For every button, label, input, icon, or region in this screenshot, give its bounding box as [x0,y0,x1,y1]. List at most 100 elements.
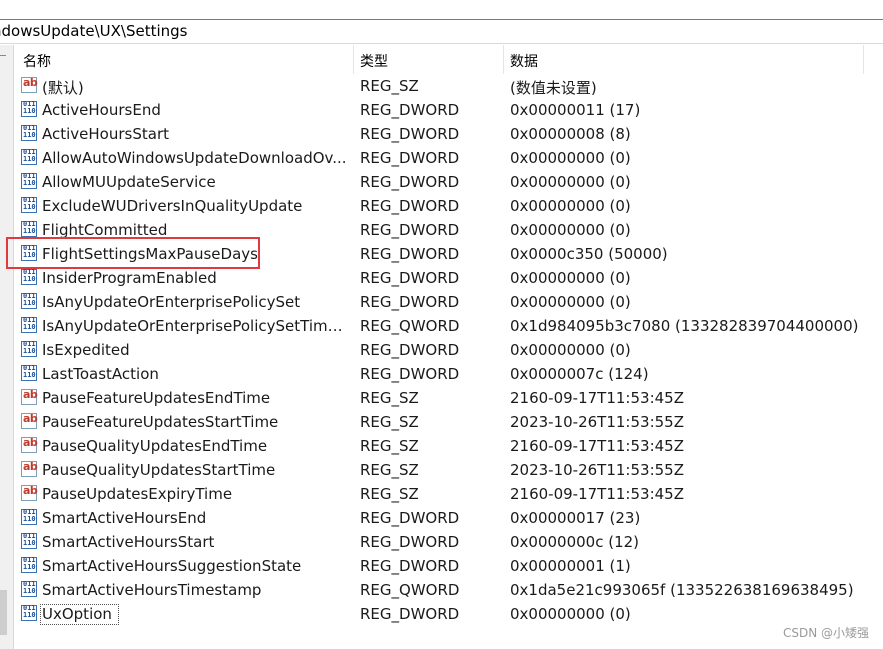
value-data: 2160-09-17T11:53:45Z [510,485,684,503]
tree-scrollbar-thumb[interactable] [0,590,7,635]
table-row[interactable]: ab PauseQualityUpdatesEndTime REG_SZ 2160-0… [15,434,883,458]
value-data: 0x00000000 (0) [510,605,631,623]
table-row[interactable]: 011 110 LastToastAction REG_DWORD 0x0000007… [15,362,883,386]
value-type: REG_DWORD [360,557,460,575]
value-type: REG_QWORD [360,317,460,335]
value-type: REG_SZ [360,389,419,407]
string-glyph: ab [23,412,38,425]
value-name: SmartActiveHoursSuggestionState [42,557,302,575]
table-row[interactable]: 011 110 InsiderProgramEnabled REG_DWORD 0x0… [15,266,883,290]
string-value-icon: ab [21,76,38,93]
binary-glyph: 011 110 [23,172,36,187]
binary-glyph: 011 110 [23,340,36,355]
binary-glyph: 011 110 [23,556,36,571]
column-divider[interactable] [863,45,864,74]
table-row[interactable]: ab PauseFeatureUpdatesStartTime REG_SZ 2023… [15,410,883,434]
value-type: REG_DWORD [360,197,460,215]
table-row[interactable]: 011 110 SmartActiveHoursTimestamp REG_QWOR… [15,578,883,602]
binary-glyph: 011 110 [23,100,36,115]
table-row[interactable]: 011 110 SmartActiveHoursSuggestionState RE… [15,554,883,578]
binary-glyph: 011 110 [23,220,36,235]
value-name: PauseFeatureUpdatesStartTime [42,413,279,431]
table-row[interactable]: 011 110 IsExpedited REG_DWORD 0x00000000 (0… [15,338,883,362]
table-row[interactable]: 011 110 AllowMUUpdateService REG_DWORD 0x00… [15,170,883,194]
value-type: REG_QWORD [360,581,460,599]
table-row[interactable]: 011 110 ActiveHoursStart REG_DWORD 0x000000… [15,122,883,146]
binary-value-icon: 011 110 [21,341,37,357]
value-data: 2023-10-26T11:53:55Z [510,461,684,479]
value-name: IsAnyUpdateOrEnterprisePolicySet [42,293,301,311]
binary-value-icon: 011 110 [21,365,37,381]
registry-values-list: ab (默认) REG_SZ (数值未设置) 011 110 ActiveHoursEnd… [15,74,883,626]
table-row[interactable]: 011 110 IsAnyUpdateOrEnterprisePolicySetT… [15,314,883,338]
table-row[interactable]: ab (默认) REG_SZ (数值未设置) [15,74,883,98]
string-glyph: ab [23,460,38,473]
string-value-icon: ab [21,460,38,477]
value-type: REG_SZ [360,461,419,479]
binary-value-icon: 011 110 [21,509,37,525]
watermark: CSDN @小矮强 [782,626,869,640]
table-row[interactable]: 011 110 SmartActiveHoursStart REG_DWORD 0x0… [15,530,883,554]
value-name: (默认) [42,79,84,97]
column-header-data[interactable]: 数据 [510,51,538,71]
top-strip [0,0,883,19]
value-data: 0x0000c350 (50000) [510,245,668,263]
binary-value-icon: 011 110 [21,269,37,285]
binary-glyph: 011 110 [23,364,36,379]
value-data: 0x00000000 (0) [510,269,631,287]
table-row[interactable]: 011 110 ActiveHoursEnd REG_DWORD 0x00000011… [15,98,883,122]
string-value-icon: ab [21,484,38,501]
table-row[interactable]: 011 110 IsAnyUpdateOrEnterprisePolicySet R… [15,290,883,314]
tree-pane-edge[interactable] [0,45,14,649]
value-data: 2160-09-17T11:53:45Z [510,437,684,455]
table-row[interactable]: ab PauseFeatureUpdatesEndTime REG_SZ 2160-0… [15,386,883,410]
value-type: REG_DWORD [360,221,460,239]
value-type: REG_DWORD [360,245,460,263]
column-divider[interactable] [353,45,354,74]
table-row[interactable]: 011 110 UxOption REG_DWORD 0x00000000 (0) [15,602,883,626]
value-type: REG_SZ [360,437,419,455]
binary-glyph: 011 110 [23,124,36,139]
string-value-icon: ab [21,388,38,405]
binary-glyph: 011 110 [23,196,36,211]
value-type: REG_DWORD [360,533,460,551]
column-header-type[interactable]: 类型 [360,51,388,71]
value-name: InsiderProgramEnabled [42,269,217,287]
binary-glyph: 011 110 [23,316,36,331]
string-glyph: ab [23,484,38,497]
value-name: AllowMUUpdateService [42,173,216,191]
value-name: SmartActiveHoursStart [42,533,215,551]
value-data: 0x1da5e21c993065f (133522638169638495) [510,581,854,599]
value-name: ExcludeWUDriversInQualityUpdate [42,197,303,215]
string-glyph: ab [23,436,38,449]
value-data: 0x0000007c (124) [510,365,649,383]
value-name: ActiveHoursEnd [42,101,161,119]
value-name: PauseUpdatesExpiryTime [42,485,233,503]
binary-value-icon: 011 110 [21,557,37,573]
value-type: REG_SZ [360,413,419,431]
table-row[interactable]: 011 110 ExcludeWUDriversInQualityUpdate RE… [15,194,883,218]
tree-connector [0,55,6,56]
table-row[interactable]: ab PauseQualityUpdatesStartTime REG_SZ 2023… [15,458,883,482]
value-name: IsExpedited [42,341,130,359]
address-bar[interactable]: ndowsUpdate\UX\Settings [0,19,883,44]
table-row[interactable]: ab PauseUpdatesExpiryTime REG_SZ 2160-09-17… [15,482,883,506]
binary-value-icon: 011 110 [21,101,37,117]
value-type: REG_DWORD [360,125,460,143]
binary-glyph: 011 110 [23,268,36,283]
column-header: 名称 类型 数据 [15,45,883,74]
value-data: 0x00000001 (1) [510,557,631,575]
binary-value-icon: 011 110 [21,317,37,333]
column-divider[interactable] [503,45,504,74]
binary-value-icon: 011 110 [21,221,37,237]
table-row[interactable]: 011 110 SmartActiveHoursEnd REG_DWORD 0x000… [15,506,883,530]
binary-glyph: 011 110 [23,508,36,523]
binary-value-icon: 011 110 [21,533,37,549]
table-row[interactable]: 011 110 AllowAutoWindowsUpdateDownloadOv.… [15,146,883,170]
value-data: 0x00000000 (0) [510,221,631,239]
binary-value-icon: 011 110 [21,173,37,189]
address-path[interactable]: ndowsUpdate\UX\Settings [0,22,188,40]
string-glyph: ab [23,76,38,89]
column-header-name[interactable]: 名称 [23,51,51,71]
value-data: 0x00000000 (0) [510,341,631,359]
